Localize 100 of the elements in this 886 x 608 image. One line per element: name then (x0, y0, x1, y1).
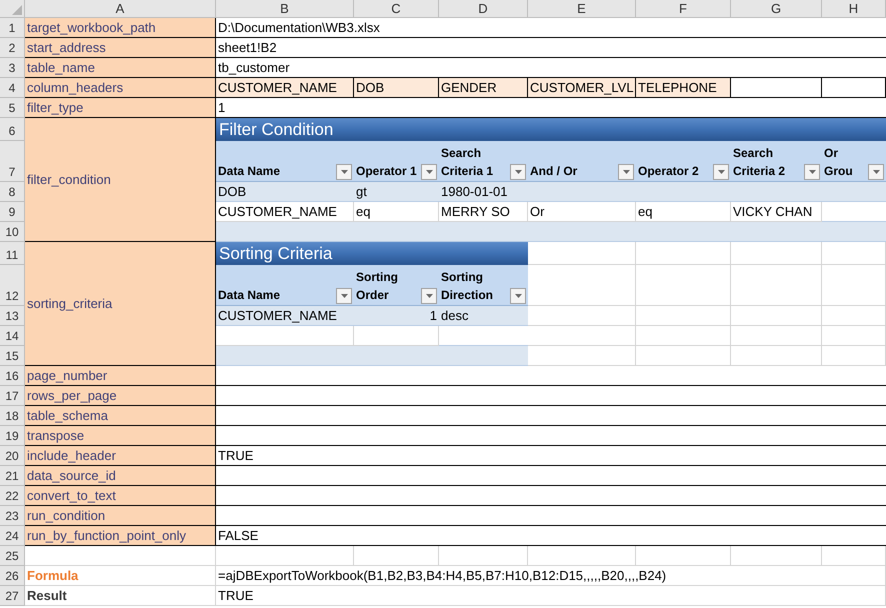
filter-dropdown-button[interactable] (618, 164, 634, 180)
column-header: And / Or (530, 163, 578, 180)
caret-icon (872, 170, 880, 174)
filter-dropdown-button[interactable] (336, 288, 352, 304)
row-number[interactable]: 17 (0, 386, 25, 406)
parameter-label: filter_type (25, 98, 216, 118)
row-number[interactable]: 6 (0, 118, 25, 141)
row-number[interactable]: 26 (0, 566, 25, 586)
column-header: Sorting Order (356, 269, 399, 304)
caret-icon (426, 294, 432, 298)
parameter-label: table_name (25, 58, 216, 78)
parameter-label: page_number (25, 366, 216, 386)
table-cell: desc (439, 306, 528, 326)
grid-cell (822, 346, 886, 366)
grid-cell (822, 546, 886, 566)
filter-dropdown-button[interactable] (336, 164, 352, 180)
parameter-value: DOB (354, 78, 439, 98)
parameter-label: filter_condition (25, 118, 216, 242)
table-cell (822, 182, 886, 202)
row-number[interactable]: 24 (0, 526, 25, 546)
row-number[interactable]: 18 (0, 406, 25, 426)
row-number[interactable]: 1 (0, 18, 25, 38)
parameter-label: include_header (25, 446, 216, 466)
column-letter[interactable]: H (822, 0, 886, 18)
caret-icon (340, 170, 348, 174)
row-number[interactable]: 2 (0, 38, 25, 58)
caret-icon (514, 294, 522, 298)
column-letter[interactable]: D (439, 0, 528, 18)
row-number[interactable]: 19 (0, 426, 25, 446)
column-header: Search Criteria 1 (441, 145, 494, 180)
row-number[interactable]: 16 (0, 366, 25, 386)
filter-dropdown-button[interactable] (421, 164, 437, 180)
parameter-value: CUSTOMER_NAME (216, 78, 354, 98)
column-header: Data Name (218, 163, 280, 180)
caret-icon (340, 294, 348, 298)
row-number[interactable]: 12 (0, 265, 25, 306)
table-cell: eq (354, 202, 439, 222)
column-letter[interactable]: F (636, 0, 731, 18)
parameter-value: FALSE (216, 526, 886, 546)
parameter-value: TELEPHONE (636, 78, 731, 98)
column-header: Operator 1 (356, 163, 417, 180)
table-title: Filter Condition (216, 118, 886, 141)
parameter-value: GENDER (439, 78, 528, 98)
table-cell: DOB (216, 182, 354, 202)
result-label: Result (25, 586, 216, 606)
parameter-value: D:\Documentation\WB3.xlsx (216, 18, 886, 38)
grid-cell (822, 306, 886, 326)
row-number[interactable]: 15 (0, 346, 25, 366)
caret-icon (514, 170, 522, 174)
grid-cell (822, 242, 886, 265)
column-header: Or Grou (824, 145, 854, 180)
table-cell: 1 (354, 306, 439, 326)
table-cell: Or (528, 202, 636, 222)
filter-dropdown-button[interactable] (510, 164, 526, 180)
row-number[interactable]: 14 (0, 326, 25, 346)
column-letter[interactable]: G (731, 0, 822, 18)
row-number[interactable]: 23 (0, 506, 25, 526)
row-number[interactable]: 22 (0, 486, 25, 506)
row-number[interactable]: 5 (0, 98, 25, 118)
grid-cell (822, 326, 886, 346)
formula-label: Formula (25, 566, 216, 586)
parameter-label: rows_per_page (25, 386, 216, 406)
filter-dropdown-button[interactable] (421, 288, 437, 304)
filter-dropdown-button[interactable] (868, 164, 884, 180)
filter-dropdown-button[interactable] (804, 164, 820, 180)
row-number[interactable]: 25 (0, 546, 25, 566)
row-number[interactable]: 13 (0, 306, 25, 326)
table-cell (822, 222, 886, 242)
filter-dropdown-button[interactable] (510, 288, 526, 304)
filter-dropdown-button[interactable] (713, 164, 729, 180)
parameter-label: column_headers (25, 78, 216, 98)
row-number[interactable]: 7 (0, 141, 25, 182)
table-cell: MERRY SO (439, 202, 528, 222)
column-letter[interactable]: B (216, 0, 354, 18)
parameter-label: run_condition (25, 506, 216, 526)
column-letter[interactable]: A (25, 0, 216, 18)
caret-icon (808, 170, 816, 174)
table-cell: CUSTOMER_NAME (216, 202, 354, 222)
column-letter[interactable]: C (354, 0, 439, 18)
table-cell: eq (636, 202, 731, 222)
column-letter[interactable]: E (528, 0, 636, 18)
parameter-label: table_schema (25, 406, 216, 426)
row-number[interactable]: 8 (0, 182, 25, 202)
column-header: Search Criteria 2 (733, 145, 786, 180)
row-number[interactable]: 10 (0, 222, 25, 242)
result-value: TRUE (216, 586, 886, 606)
column-header: Data Name (218, 287, 280, 304)
parameter-label: convert_to_text (25, 486, 216, 506)
row-number[interactable]: 9 (0, 202, 25, 222)
row-number[interactable]: 11 (0, 242, 25, 265)
row-number[interactable]: 4 (0, 78, 25, 98)
row-number[interactable]: 21 (0, 466, 25, 486)
row-number[interactable]: 3 (0, 58, 25, 78)
parameter-value: TRUE (216, 446, 886, 466)
caret-icon (718, 170, 724, 174)
table-cell: CUSTOMER_NAME (216, 306, 354, 326)
caret-icon (426, 170, 432, 174)
parameter-label: data_source_id (25, 466, 216, 486)
row-number[interactable]: 27 (0, 586, 25, 606)
row-number[interactable]: 20 (0, 446, 25, 466)
